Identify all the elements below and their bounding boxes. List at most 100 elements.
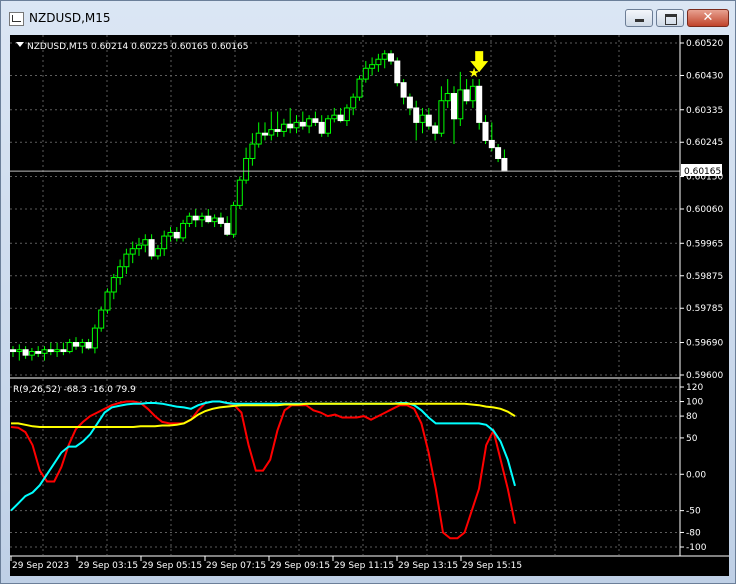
candle-body bbox=[123, 253, 130, 268]
candle-body bbox=[136, 244, 142, 250]
candle-body bbox=[306, 118, 313, 127]
price-tick-label: 0.59875 bbox=[686, 272, 723, 282]
close-icon: ✕ bbox=[702, 10, 714, 25]
candle-body bbox=[287, 123, 294, 129]
indicator-tick-label: 0.00 bbox=[686, 470, 706, 480]
candle-body bbox=[262, 132, 268, 136]
time-tick-label: 29 Sep 13:15 bbox=[398, 561, 458, 571]
indicator-tick-label: 120 bbox=[686, 383, 703, 393]
candle-body bbox=[268, 129, 275, 136]
candle-body bbox=[356, 78, 363, 98]
candle-body bbox=[369, 64, 376, 69]
current-price-label: 0.60165 bbox=[684, 167, 721, 177]
candle-body bbox=[10, 349, 16, 353]
indicator-line-red bbox=[10, 400, 516, 540]
chart-canvas[interactable]: 0.605200.604300.603350.602450.601500.600… bbox=[10, 35, 729, 576]
candle-body bbox=[343, 107, 350, 122]
price-tick-label: 0.60060 bbox=[686, 205, 723, 215]
candle-body bbox=[154, 248, 161, 257]
price-axis: 0.605200.604300.603350.602450.601500.600… bbox=[680, 39, 723, 553]
time-tick-label: 29 Sep 2023 bbox=[12, 561, 69, 571]
price-tick-label: 0.59785 bbox=[686, 304, 723, 314]
minimize-button[interactable] bbox=[625, 9, 653, 27]
chart-symbol-info: NZDUSD,M15 0.60214 0.60225 0.60165 0.601… bbox=[27, 42, 248, 52]
candle-body bbox=[255, 132, 262, 145]
price-candles bbox=[10, 50, 680, 361]
candle-body bbox=[463, 89, 470, 102]
candle-body bbox=[117, 266, 124, 279]
price-tick-label: 0.60245 bbox=[686, 138, 723, 148]
indicator-tick-label: 80 bbox=[686, 412, 698, 422]
time-tick-label: 29 Sep 09:15 bbox=[270, 561, 330, 571]
signal-markers: ★ bbox=[468, 51, 489, 81]
candle-body bbox=[66, 342, 73, 353]
price-tick-label: 0.59600 bbox=[686, 371, 723, 381]
candle-body bbox=[337, 114, 344, 122]
candle-body bbox=[438, 100, 445, 134]
candle-body bbox=[501, 157, 508, 172]
candle-body bbox=[199, 215, 205, 221]
candle-body bbox=[186, 215, 193, 224]
candle-body bbox=[192, 215, 199, 221]
time-tick-label: 29 Sep 15:15 bbox=[462, 561, 522, 571]
minimize-icon bbox=[635, 19, 644, 22]
triangle-down-icon[interactable] bbox=[16, 42, 24, 47]
indicator-tick-label: -100 bbox=[686, 543, 707, 553]
candle-body bbox=[217, 217, 224, 224]
candle-body bbox=[299, 121, 306, 127]
candle-body bbox=[173, 231, 180, 239]
indicator-info: R(9,26,52) -68.3 -16.0 79.9 bbox=[13, 385, 136, 395]
candle-body bbox=[419, 114, 426, 123]
candle-body bbox=[211, 217, 218, 223]
indicator-tick-label: 100 bbox=[686, 398, 703, 408]
candle-body bbox=[388, 53, 394, 62]
candle-body bbox=[432, 125, 439, 134]
indicator-tick-label: -50 bbox=[686, 507, 701, 517]
close-button[interactable]: ✕ bbox=[687, 9, 729, 27]
candle-body bbox=[91, 327, 98, 349]
candle-body bbox=[495, 147, 502, 159]
maximize-button[interactable] bbox=[656, 9, 684, 27]
price-tick-label: 0.60520 bbox=[686, 39, 723, 49]
candle-body bbox=[54, 349, 61, 353]
window-titlebar[interactable]: NZDUSD,M15 ✕ bbox=[1, 1, 735, 31]
candle-body bbox=[148, 239, 155, 257]
indicator-tick-label: -80 bbox=[686, 528, 701, 538]
candle-body bbox=[413, 107, 420, 123]
candle-body bbox=[249, 143, 256, 159]
candle-body bbox=[280, 123, 287, 132]
time-tick-label: 29 Sep 11:15 bbox=[334, 561, 394, 571]
candle-body bbox=[236, 179, 243, 206]
chart-window: NZDUSD,M15 ✕ 0.60520 0.60430 0.60335 0.6024… bbox=[0, 0, 736, 584]
time-tick-label: 29 Sep 03:15 bbox=[78, 561, 138, 571]
candle-body bbox=[79, 342, 86, 347]
candle-body bbox=[394, 60, 401, 84]
candle-body bbox=[98, 309, 105, 329]
price-tick-label: 0.59965 bbox=[686, 239, 723, 249]
indicator-tick-label: 50 bbox=[686, 434, 698, 444]
candle-body bbox=[73, 342, 79, 347]
candle-body bbox=[444, 93, 451, 102]
candle-body bbox=[41, 349, 48, 354]
candle-body bbox=[476, 85, 483, 123]
maximize-icon bbox=[665, 14, 677, 25]
candle-body bbox=[381, 53, 388, 60]
candle-body bbox=[167, 231, 174, 237]
candle-body bbox=[60, 349, 67, 353]
candle-body bbox=[375, 58, 382, 66]
chart-window-icon bbox=[9, 12, 24, 26]
star-icon: ★ bbox=[468, 66, 480, 81]
candle-body bbox=[230, 204, 237, 235]
candle-body bbox=[205, 215, 212, 223]
candle-body bbox=[104, 291, 111, 311]
candle-body bbox=[325, 118, 331, 134]
candle-body bbox=[469, 85, 476, 102]
candle-body bbox=[243, 157, 250, 181]
candle-body bbox=[331, 114, 338, 120]
chart-area[interactable]: 0.60520 0.60430 0.60335 0.60245 0.60150 0.600… bbox=[10, 35, 729, 576]
candle-body bbox=[35, 351, 42, 354]
candle-body bbox=[142, 239, 149, 246]
price-tick-label: 0.60335 bbox=[686, 106, 723, 116]
candle-body bbox=[110, 277, 117, 293]
candle-body bbox=[293, 121, 300, 129]
